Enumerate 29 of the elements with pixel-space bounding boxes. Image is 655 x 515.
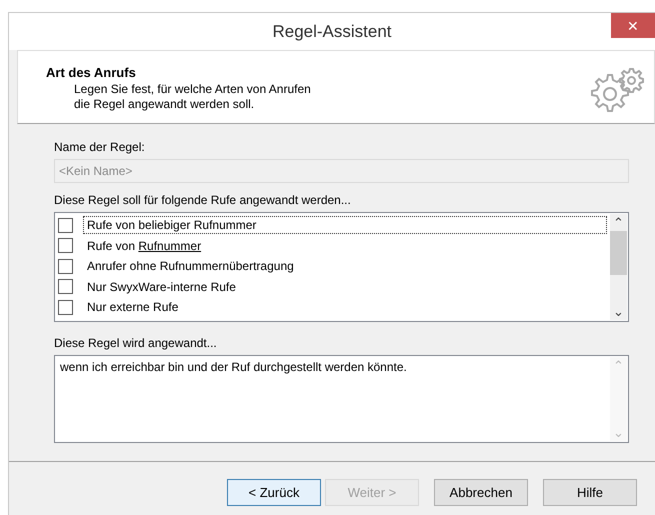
checkbox[interactable] xyxy=(58,238,73,254)
summary-text: wenn ich erreichbar bin und der Ruf durchgestellt werden könnte. xyxy=(59,359,408,376)
checkbox[interactable] xyxy=(58,218,73,233)
wizard-button[interactable]: < Zurück xyxy=(227,479,321,506)
summary-label: Diese Regel wird angewandt... xyxy=(54,336,218,351)
scroll-down-arrow[interactable]: ⌄ xyxy=(613,303,624,320)
checkbox[interactable] xyxy=(58,258,73,274)
step-description: Legen Sie fest, für welche Arten von Anrufen xyxy=(73,82,311,97)
number-link[interactable]: Rufnummer xyxy=(138,238,202,253)
scroll-up-arrow[interactable]: ⌃ xyxy=(613,214,624,231)
list-item[interactable]: Anrufer ohne Rufnummernübertragung xyxy=(83,257,607,276)
step-title: Art des Anrufs xyxy=(46,65,137,80)
list-item[interactable]: Nur SwyxWare-interne Rufe xyxy=(83,278,607,296)
wizard-button[interactable]: Hilfe xyxy=(543,479,637,506)
checkbox[interactable] xyxy=(58,300,73,315)
list-item[interactable]: Rufe von beliebiger Rufnummer xyxy=(83,216,607,234)
wizard-button[interactable]: Abbrechen xyxy=(434,479,528,506)
close-button[interactable]: ✕ xyxy=(611,13,655,38)
checkbox[interactable] xyxy=(58,279,73,294)
list-item[interactable]: Nur externe Rufe xyxy=(83,298,607,316)
scroll-down-arrow: ⌄ xyxy=(613,424,624,441)
window-title: Regel-Assistent xyxy=(272,22,392,42)
field-label: Name der Regel: xyxy=(54,140,146,155)
gears-icon xyxy=(590,67,646,113)
step-description: die Regel angewandt werden soll. xyxy=(73,97,256,112)
scroll-up-arrow: ⌃ xyxy=(613,357,624,374)
list-label: Diese Regel soll für folgende Rufe angewandt werden... xyxy=(54,193,352,208)
scrollbar-thumb[interactable] xyxy=(610,231,627,275)
list-item[interactable]: Rufe von Rufnummer xyxy=(83,236,607,255)
